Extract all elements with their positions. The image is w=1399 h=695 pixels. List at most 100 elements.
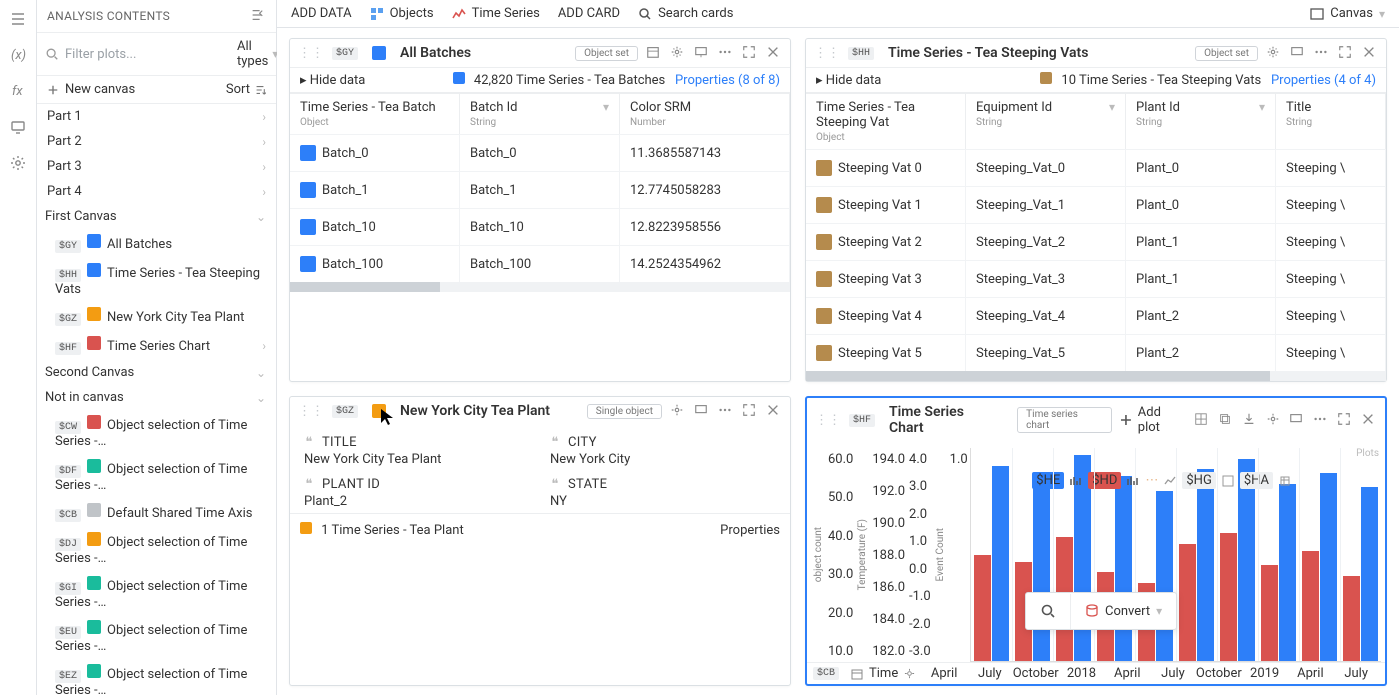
- tree-item[interactable]: $GYAll Batches: [37, 229, 276, 258]
- properties-link[interactable]: Properties: [720, 523, 780, 538]
- objects-button[interactable]: Objects: [370, 6, 434, 21]
- col-header[interactable]: Equipment IdString▾: [966, 94, 1126, 149]
- copy-icon[interactable]: [1218, 412, 1234, 428]
- var-tag: $HH: [848, 47, 874, 60]
- gear-icon[interactable]: [670, 45, 686, 61]
- table-row[interactable]: Steeping Vat 2Steeping_Vat_2Plant_1Steep…: [806, 223, 1386, 260]
- tree-part[interactable]: Part 1›: [37, 104, 276, 129]
- series-badge[interactable]: $HA: [1240, 472, 1273, 489]
- expand-icon[interactable]: [1337, 412, 1353, 428]
- col-header[interactable]: Plant IdString▾: [1126, 94, 1276, 149]
- calendar-icon[interactable]: [646, 45, 662, 61]
- function-icon[interactable]: fx: [9, 82, 27, 100]
- table-row[interactable]: Batch_100Batch_10014.2524354962: [290, 245, 790, 282]
- sidebar: ANALYSIS CONTENTS All types▾ New canvas …: [37, 0, 277, 695]
- new-canvas-button[interactable]: New canvas: [47, 82, 135, 97]
- present-icon[interactable]: [1289, 412, 1305, 428]
- timeseries-button[interactable]: Time Series: [452, 6, 540, 21]
- properties-link[interactable]: Properties (4 of 4): [1271, 73, 1376, 88]
- h-scrollbar[interactable]: [806, 371, 1386, 381]
- drag-handle-icon[interactable]: ⋮⋮: [814, 46, 840, 61]
- tree-item[interactable]: $HHTime Series - Tea Steeping Vats: [37, 258, 276, 302]
- tree-item[interactable]: $CBDefault Shared Time Axis: [37, 498, 276, 527]
- close-icon[interactable]: [766, 403, 782, 419]
- table-row[interactable]: Steeping Vat 0Steeping_Vat_0Plant_0Steep…: [806, 149, 1386, 186]
- expand-icon[interactable]: [742, 403, 758, 419]
- gear-icon[interactable]: [1266, 412, 1282, 428]
- convert-button[interactable]: Convert▾: [1070, 594, 1176, 629]
- tree-item[interactable]: $GIObject selection of Time Series -…: [37, 571, 276, 615]
- add-plot-button[interactable]: Add plot: [1120, 405, 1186, 435]
- tree-item[interactable]: $DFObject selection of Time Series -…: [37, 454, 276, 498]
- field-value: Plant_2: [304, 494, 530, 509]
- more-icon[interactable]: [718, 45, 734, 61]
- objectset-icon: [453, 72, 465, 84]
- sort-button[interactable]: Sort: [226, 82, 266, 97]
- table-row[interactable]: Steeping Vat 1Steeping_Vat_1Plant_0Steep…: [806, 186, 1386, 223]
- properties-link[interactable]: Properties (8 of 8): [675, 73, 780, 88]
- hide-data-toggle[interactable]: ▸ Hide data: [300, 73, 365, 88]
- tree-first-canvas[interactable]: First Canvas⌄: [37, 204, 276, 229]
- tree-second-canvas[interactable]: Second Canvas⌄: [37, 360, 276, 385]
- close-icon[interactable]: [1361, 412, 1377, 428]
- chevron-down-icon: ⌄: [256, 391, 266, 405]
- more-icon[interactable]: [1314, 45, 1330, 61]
- gear-icon[interactable]: [1266, 45, 1282, 61]
- tree-item[interactable]: $EZObject selection of Time Series -…: [37, 659, 276, 695]
- add-data-label: ADD DATA: [291, 6, 352, 21]
- tree-not-in-canvas[interactable]: Not in canvas⌄: [37, 385, 276, 410]
- menu-icon[interactable]: [9, 10, 27, 28]
- gear-icon[interactable]: [670, 403, 686, 419]
- col-header[interactable]: TitleString: [1276, 94, 1386, 149]
- monitor-icon[interactable]: [9, 118, 27, 136]
- present-icon[interactable]: [694, 403, 710, 419]
- close-icon[interactable]: [1362, 45, 1378, 61]
- table-row[interactable]: Steeping Vat 5Steeping_Vat_5Plant_2Steep…: [806, 334, 1386, 371]
- expand-icon[interactable]: [1338, 45, 1354, 61]
- download-icon[interactable]: [1242, 412, 1258, 428]
- table-row[interactable]: Batch_0Batch_011.3685587143: [290, 134, 790, 171]
- float-search-button[interactable]: [1026, 593, 1070, 629]
- present-icon[interactable]: [1290, 45, 1306, 61]
- expand-icon[interactable]: [742, 45, 758, 61]
- filter-input[interactable]: [65, 47, 231, 62]
- present-icon[interactable]: [694, 45, 710, 61]
- main: ADD DATA Objects Time Series ADD CARD Se…: [277, 0, 1399, 695]
- tree-item[interactable]: $CWObject selection of Time Series -…: [37, 410, 276, 454]
- col-header[interactable]: Time Series - Tea BatchObject: [290, 94, 460, 134]
- col-header[interactable]: Batch IdString▾: [460, 94, 620, 134]
- variable-icon[interactable]: (x): [9, 46, 27, 64]
- tree-item[interactable]: $DJObject selection of Time Series -…: [37, 527, 276, 571]
- drag-handle-icon[interactable]: ⋮⋮: [815, 413, 841, 428]
- canvas-dropdown[interactable]: Canvas▾: [1310, 6, 1385, 21]
- table-row[interactable]: Batch_1Batch_112.7745058283: [290, 171, 790, 208]
- settings-icon[interactable]: [9, 154, 27, 172]
- tree-item[interactable]: $GZNew York City Tea Plant: [37, 302, 276, 331]
- collapse-icon[interactable]: [250, 8, 266, 24]
- tree-item[interactable]: $HFTime Series Chart›: [37, 331, 276, 360]
- field-label: ❝TITLE: [304, 435, 530, 450]
- series-badge[interactable]: $HE: [1032, 472, 1064, 489]
- table-row[interactable]: Steeping Vat 3Steeping_Vat_3Plant_1Steep…: [806, 260, 1386, 297]
- more-icon[interactable]: [1313, 412, 1329, 428]
- col-header[interactable]: Color SRMNumber: [620, 94, 790, 134]
- close-icon[interactable]: [766, 45, 782, 61]
- gear-icon[interactable]: [904, 668, 915, 679]
- table-row[interactable]: Batch_10Batch_1012.8223958556: [290, 208, 790, 245]
- objectset-icon: [87, 234, 101, 248]
- tree-part[interactable]: Part 2›: [37, 129, 276, 154]
- drag-handle-icon[interactable]: ⋮⋮: [298, 404, 324, 419]
- more-icon[interactable]: [718, 403, 734, 419]
- series-badge[interactable]: $HG: [1182, 472, 1215, 489]
- grid-icon[interactable]: [1194, 412, 1210, 428]
- search-cards-button[interactable]: Search cards: [638, 6, 733, 21]
- h-scrollbar[interactable]: [290, 282, 790, 292]
- tree-part[interactable]: Part 4›: [37, 179, 276, 204]
- types-dropdown[interactable]: All types▾: [237, 39, 278, 69]
- hide-data-toggle[interactable]: ▸ Hide data: [816, 73, 881, 88]
- tree-part[interactable]: Part 3›: [37, 154, 276, 179]
- tree-item[interactable]: $EUObject selection of Time Series -…: [37, 615, 276, 659]
- drag-handle-icon[interactable]: ⋮⋮: [298, 46, 324, 61]
- col-header[interactable]: Time Series - Tea Steeping VatObject: [806, 94, 966, 149]
- table-row[interactable]: Steeping Vat 4Steeping_Vat_4Plant_2Steep…: [806, 297, 1386, 334]
